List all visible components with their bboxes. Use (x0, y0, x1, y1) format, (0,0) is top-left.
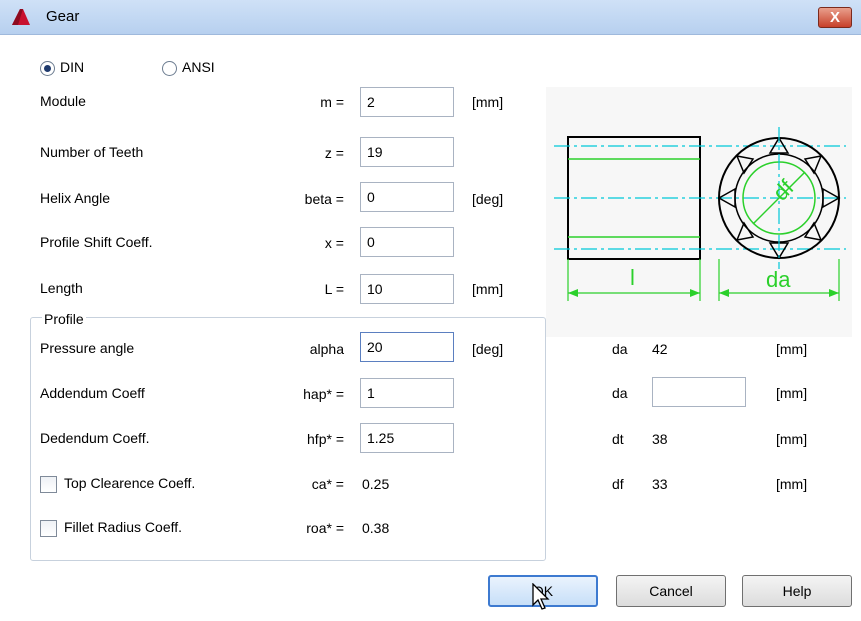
fillet-radius-label: Fillet Radius Coeff. (64, 519, 183, 535)
teeth-input[interactable] (360, 137, 454, 167)
pressure-angle-symbol: alpha (309, 341, 344, 357)
result-da2-symbol: da (612, 385, 628, 401)
profile-shift-input[interactable] (360, 227, 454, 257)
din-radio[interactable] (40, 61, 55, 76)
dedendum-symbol: hfp* = (307, 431, 344, 447)
ansi-label: ANSI (182, 59, 215, 75)
result-da-value: 42 (652, 341, 668, 357)
gear-preview-drawing: df l da (546, 87, 852, 337)
length-dimension-label: l (630, 265, 635, 290)
title-bar: Gear X (0, 0, 861, 35)
length-unit: [mm] (472, 281, 504, 297)
addendum-symbol: hap* = (303, 386, 344, 402)
ansi-radio[interactable] (162, 61, 177, 76)
teeth-symbol: z = (324, 145, 344, 161)
helix-angle-input[interactable] (360, 182, 454, 212)
top-clearence-checkbox[interactable] (40, 476, 57, 493)
autocad-app-icon (12, 9, 30, 25)
addendum-input[interactable] (360, 378, 454, 408)
profile-group-label: Profile (42, 311, 86, 327)
teeth-label: Number of Teeth (40, 144, 144, 160)
da-dimension-label: da (766, 267, 791, 292)
result-df-value: 33 (652, 476, 668, 492)
top-clearence-label: Top Clearence Coeff. (64, 475, 196, 491)
module-symbol: m = (320, 94, 344, 110)
pressure-angle-label: Pressure angle (40, 340, 135, 356)
window-title: Gear (46, 8, 80, 25)
length-label: Length (40, 280, 83, 296)
close-button[interactable]: X (818, 7, 852, 28)
top-clearence-value: 0.25 (362, 476, 390, 492)
module-label: Module (40, 93, 86, 109)
result-da-unit: [mm] (776, 341, 808, 357)
helix-angle-symbol: beta = (304, 191, 344, 207)
fillet-radius-symbol: roa* = (306, 520, 344, 536)
din-label: DIN (60, 59, 85, 75)
addendum-label: Addendum Coeff (40, 385, 145, 401)
length-input[interactable] (360, 274, 454, 304)
helix-angle-label: Helix Angle (40, 190, 111, 206)
module-unit: [mm] (472, 94, 504, 110)
module-input[interactable] (360, 87, 454, 117)
length-symbol: L = (324, 281, 344, 297)
profile-shift-symbol: x = (324, 235, 344, 251)
result-da2-unit: [mm] (776, 385, 808, 401)
dedendum-input[interactable] (360, 423, 454, 453)
dedendum-label: Dedendum Coeff. (40, 430, 150, 446)
pressure-angle-unit: [deg] (472, 341, 504, 357)
result-dt-value: 38 (652, 431, 668, 447)
result-df-unit: [mm] (776, 476, 808, 492)
top-clearence-symbol: ca* = (311, 476, 344, 492)
close-icon: X (829, 9, 840, 26)
cancel-button[interactable]: Cancel (616, 575, 726, 607)
gear-dialog: DIN ANSI Module m = [mm] Number of Teeth… (0, 35, 861, 621)
fillet-radius-value: 0.38 (362, 520, 390, 536)
pressure-angle-input[interactable] (360, 332, 454, 362)
help-button[interactable]: Help (742, 575, 852, 607)
result-dt-symbol: dt (612, 431, 624, 447)
df-dimension-label: df (768, 174, 799, 205)
result-da-symbol: da (612, 341, 628, 357)
mouse-cursor-icon (532, 583, 550, 610)
result-da-input[interactable] (652, 377, 746, 407)
fillet-radius-checkbox[interactable] (40, 520, 57, 537)
result-dt-unit: [mm] (776, 431, 808, 447)
profile-shift-label: Profile Shift Coeff. (40, 234, 153, 250)
helix-angle-unit: [deg] (472, 191, 504, 207)
result-df-symbol: df (612, 476, 624, 492)
